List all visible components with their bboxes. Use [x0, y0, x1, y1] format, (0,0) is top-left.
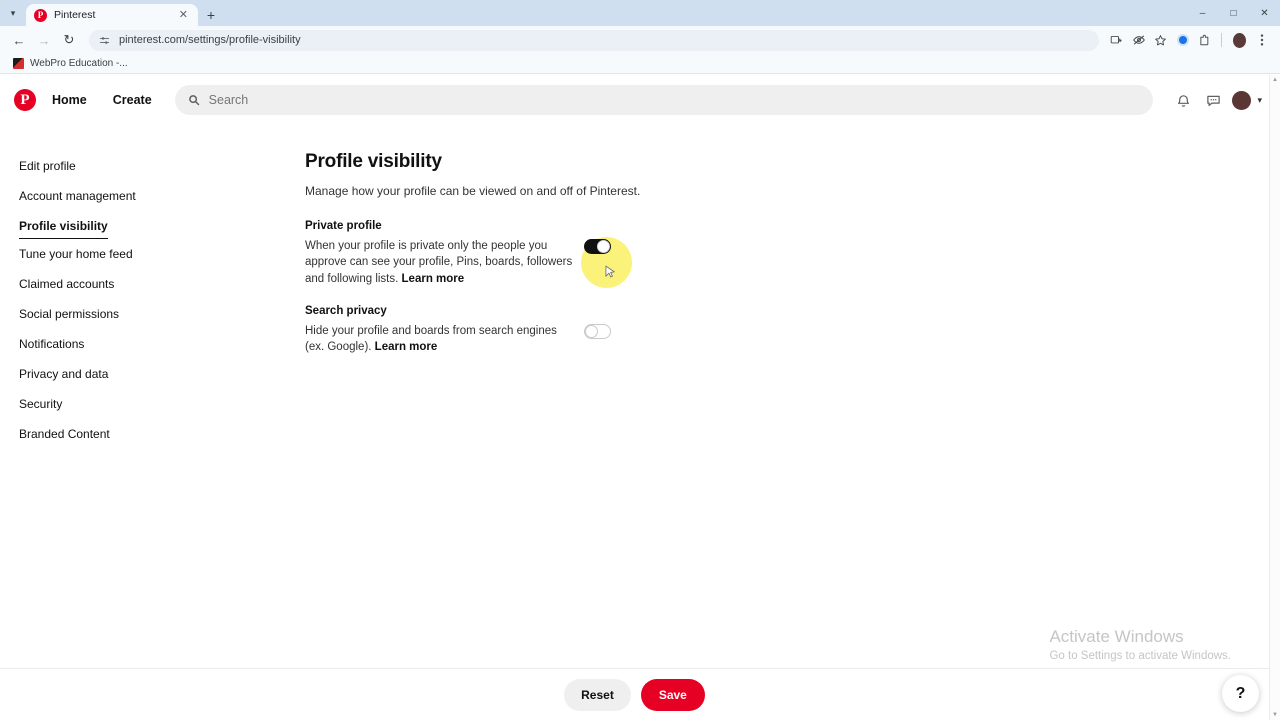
browser-window: ▾ P Pinterest ✕ + – □ ✕ ← → ↻ [0, 0, 1280, 720]
sidebar-item-profile-visibility[interactable]: Profile visibility [19, 211, 108, 239]
sidebar-item-notifications[interactable]: Notifications [19, 329, 84, 359]
settings-sidebar: Edit profile Account management Profile … [0, 151, 305, 449]
sidebar-item-tune-home-feed[interactable]: Tune your home feed [19, 239, 133, 269]
toolbar-divider [1221, 33, 1222, 47]
search-icon [188, 94, 200, 106]
webpro-favicon [13, 58, 24, 69]
tab-search-button[interactable]: ▾ [0, 0, 26, 26]
window-close-button[interactable]: ✕ [1249, 0, 1280, 26]
user-avatar[interactable] [1232, 91, 1251, 110]
bookmark-item[interactable]: WebPro Education -... [8, 56, 133, 71]
window-maximize-button[interactable]: □ [1218, 0, 1249, 26]
settings-content: Profile visibility Manage how your profi… [305, 151, 1280, 449]
sidebar-item-branded-content[interactable]: Branded Content [19, 419, 110, 449]
address-bar[interactable]: pinterest.com/settings/profile-visibilit… [89, 30, 1099, 51]
pinterest-favicon: P [34, 9, 47, 22]
page-viewport: P Home Create Search [0, 75, 1280, 720]
bookmarks-bar: WebPro Education -... [0, 54, 1280, 74]
toggle-search-privacy[interactable] [584, 324, 611, 339]
tracking-protection-off-icon[interactable] [1128, 30, 1149, 51]
browser-tab-pinterest[interactable]: P Pinterest ✕ [26, 4, 198, 26]
section-description-search-privacy: Hide your profile and boards from search… [305, 323, 574, 356]
pinterest-header: P Home Create Search [0, 75, 1280, 125]
toggle-knob [585, 325, 598, 338]
extension-blue-icon[interactable] [1172, 30, 1193, 51]
search-input[interactable]: Search [175, 85, 1154, 115]
notifications-icon[interactable] [1170, 87, 1196, 113]
page-subtitle: Manage how your profile can be viewed on… [305, 184, 1280, 198]
page-scrollbar[interactable]: ▲ ▼ [1269, 75, 1280, 720]
account-chevron-down-icon[interactable]: ▾ [1257, 95, 1262, 106]
section-search-privacy: Search privacy Hide your profile and boa… [305, 305, 611, 356]
reload-button[interactable]: ↻ [58, 29, 80, 51]
save-button[interactable]: Save [641, 679, 705, 711]
section-title-private-profile: Private profile [305, 220, 611, 232]
sidebar-item-social-permissions[interactable]: Social permissions [19, 299, 119, 329]
mouse-cursor [605, 265, 616, 285]
learn-more-link-private-profile[interactable]: Learn more [402, 273, 465, 285]
forward-button[interactable]: → [33, 29, 55, 51]
nav-create[interactable]: Create [103, 87, 162, 113]
back-button[interactable]: ← [8, 29, 30, 51]
nav-home[interactable]: Home [42, 87, 97, 113]
bookmark-label: WebPro Education -... [30, 58, 128, 69]
pinterest-logo[interactable]: P [14, 89, 36, 111]
profile-avatar-icon[interactable] [1229, 30, 1250, 51]
search-placeholder: Search [209, 93, 249, 107]
sidebar-item-account-management[interactable]: Account management [19, 181, 136, 211]
address-bar-url: pinterest.com/settings/profile-visibilit… [119, 34, 301, 46]
settings-layout: Edit profile Account management Profile … [0, 125, 1280, 449]
window-controls: – □ ✕ [1187, 0, 1280, 26]
messages-icon[interactable] [1200, 87, 1226, 113]
activate-windows-watermark: Activate Windows Go to Settings to activ… [1049, 627, 1231, 662]
bookmark-star-icon[interactable] [1150, 30, 1171, 51]
tab-title: Pinterest [54, 9, 177, 21]
browser-title-bar: ▾ P Pinterest ✕ + – □ ✕ [0, 0, 1280, 26]
install-app-icon[interactable] [1106, 30, 1127, 51]
watermark-title: Activate Windows [1049, 627, 1231, 647]
scroll-down-arrow-icon[interactable]: ▼ [1270, 710, 1280, 720]
section-title-search-privacy: Search privacy [305, 305, 611, 317]
section-description-private-profile: When your profile is private only the pe… [305, 238, 574, 287]
toolbar-icons [1105, 30, 1272, 51]
settings-save-bar: Reset Save [0, 668, 1269, 720]
window-minimize-button[interactable]: – [1187, 0, 1218, 26]
help-button[interactable]: ? [1222, 675, 1259, 712]
watermark-subtitle: Go to Settings to activate Windows. [1049, 650, 1231, 662]
tune-icon[interactable] [99, 35, 110, 46]
chevron-down-icon: ▾ [11, 9, 16, 18]
toggle-private-profile[interactable] [584, 239, 611, 254]
scroll-up-arrow-icon[interactable]: ▲ [1270, 75, 1280, 85]
sidebar-item-privacy-and-data[interactable]: Privacy and data [19, 359, 108, 389]
learn-more-link-search-privacy[interactable]: Learn more [375, 341, 438, 353]
new-tab-button[interactable]: + [198, 4, 224, 26]
sidebar-item-edit-profile[interactable]: Edit profile [19, 151, 76, 181]
extensions-puzzle-icon[interactable] [1194, 30, 1215, 51]
page-title: Profile visibility [305, 151, 1280, 173]
toggle-knob [597, 240, 610, 253]
chrome-menu-icon[interactable] [1251, 30, 1272, 51]
tab-close-icon[interactable]: ✕ [177, 10, 190, 21]
sidebar-item-security[interactable]: Security [19, 389, 62, 419]
plus-icon: + [207, 7, 215, 23]
section-private-profile: Private profile When your profile is pri… [305, 220, 611, 287]
reset-button[interactable]: Reset [564, 679, 631, 711]
sidebar-item-claimed-accounts[interactable]: Claimed accounts [19, 269, 114, 299]
browser-toolbar: ← → ↻ pinterest.com/settings/profile-vis… [0, 26, 1280, 54]
